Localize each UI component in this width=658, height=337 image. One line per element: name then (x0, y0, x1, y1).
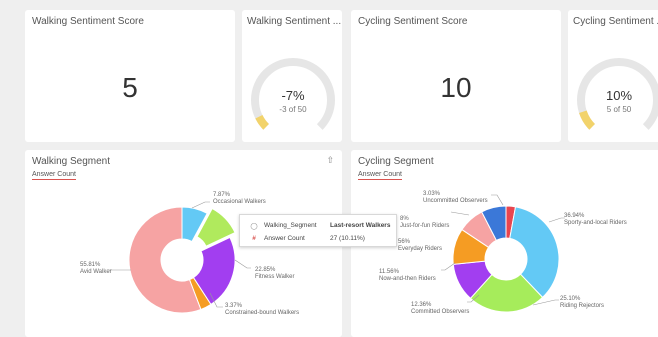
score-value: 10 (440, 72, 472, 103)
card-title: Walking Sentiment Score (32, 16, 144, 27)
chart-tooltip: ◯ Walking_Segment Last-resort Walkers # … (239, 214, 397, 247)
tooltip-value: Last-resort Walkers (330, 222, 391, 229)
label-everyday: 56% Everyday Riders (398, 239, 443, 252)
walking-score-card[interactable]: Walking Sentiment Score 5 (25, 10, 235, 142)
card-title: Cycling Sentiment Score (358, 16, 468, 27)
label-riding: 25.10% Riding Rejectors (560, 296, 605, 309)
label-avid: 55.81% Avid Walker (80, 262, 112, 275)
cycling-segment-card[interactable]: Cycling Segment Answer Count 3.03% Uncom… (351, 150, 658, 337)
label-justforfun: 8% Just-for-fun Riders (400, 216, 450, 229)
card-title: Walking Sentiment ... (247, 16, 342, 27)
category-icon: ◯ (250, 223, 258, 230)
gauge-subtext: 5 of 50 (606, 105, 632, 114)
label-fitness: 22.85% Fitness Walker (255, 267, 295, 280)
gauge-percent: -7% (281, 88, 305, 103)
label-uncommitted: 3.03% Uncommitted Observers (423, 191, 488, 204)
cycling-gauge-card[interactable]: Cycling Sentiment ... 10% 5 of 50 (568, 10, 658, 142)
score-value: 5 (122, 72, 138, 103)
label-nowandthen: 11.56% Now-and-then Riders (379, 269, 436, 282)
label-committed: 12.36% Committed Observers (411, 302, 470, 315)
label-constrained: 3.37% Constrained-bound Walkers (225, 303, 300, 316)
walking-gauge-card[interactable]: Walking Sentiment ... -7% -3 of 50 (242, 10, 342, 142)
label-occasional: 7.87% Occasional Walkers (213, 192, 266, 205)
cycling-score-card[interactable]: Cycling Sentiment Score 10 (351, 10, 561, 142)
hash-icon: # (252, 235, 256, 242)
label-sporty: 36.94% Sporty-and-local Riders (564, 213, 627, 226)
tooltip-key: Walking_Segment (264, 222, 317, 229)
dashboard: Walking Sentiment Score 5 Walking Sentim… (0, 0, 658, 337)
tooltip-value: 27 (10.11%) (330, 235, 365, 242)
card-title: Cycling Sentiment ... (573, 16, 658, 27)
gauge-subtext: -3 of 50 (279, 105, 307, 114)
gauge-percent: 10% (605, 88, 633, 103)
tooltip-key: Answer Count (264, 235, 305, 242)
